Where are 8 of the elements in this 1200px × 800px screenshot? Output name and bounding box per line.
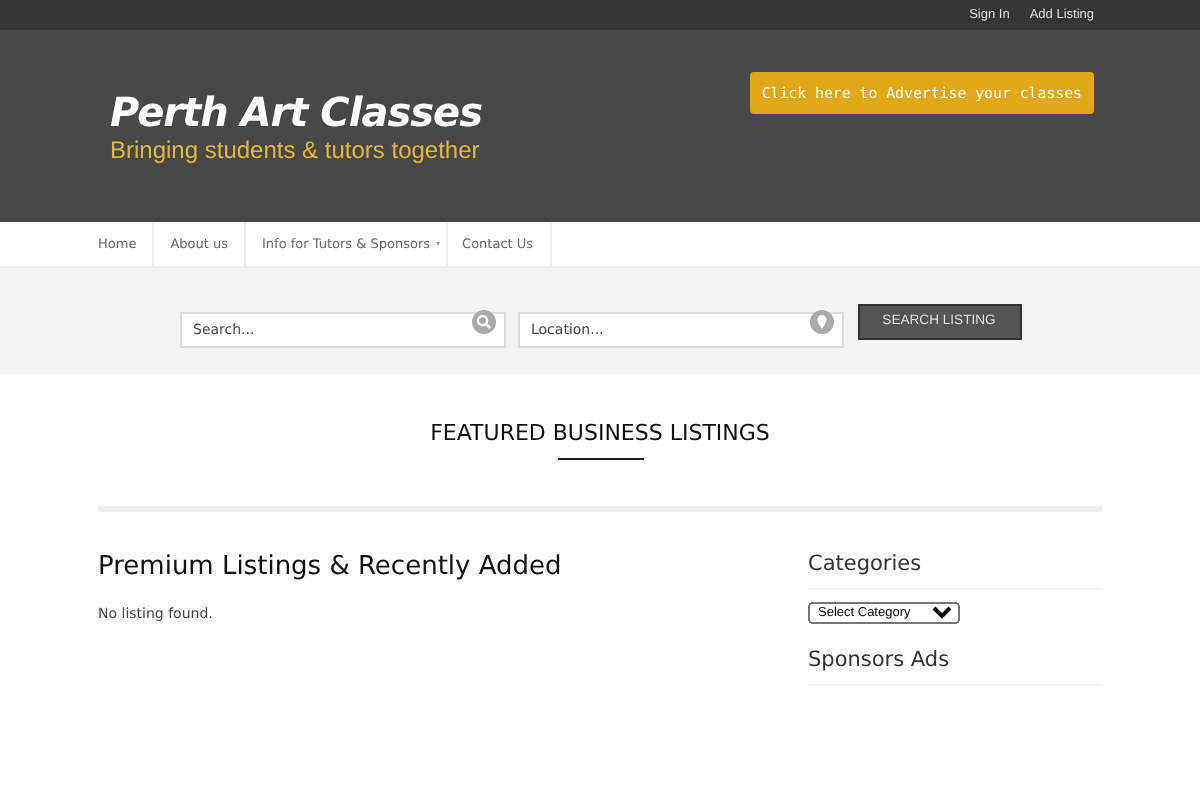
sidebar-heading: Sponsors Ads [808, 648, 1102, 686]
location-pin-icon [809, 309, 833, 333]
section-heading: FEATURED BUSINESS LISTINGS [430, 420, 770, 446]
sidebar-heading: Categories [808, 552, 1102, 590]
listings-heading: Premium Listings & Recently Added [98, 552, 562, 582]
site-title[interactable]: Perth Art Classes [110, 88, 482, 136]
site-tagline: Bringing students & tutors together [110, 136, 482, 164]
search-icon [471, 309, 495, 333]
